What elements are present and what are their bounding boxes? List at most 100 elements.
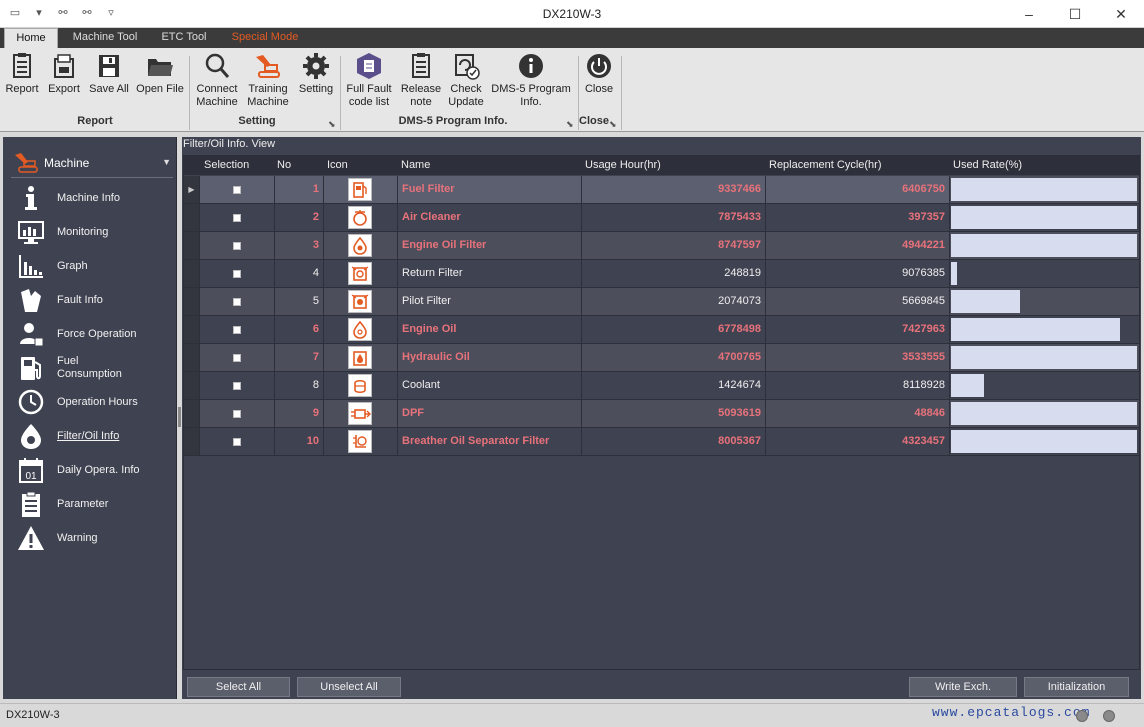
sidebar-item-operation-hours[interactable]: Operation Hours	[15, 386, 175, 418]
column-header-replacement-cycle[interactable]: Replacement Cycle(hr)	[769, 159, 881, 171]
close-window-icon[interactable]: ✕	[1098, 0, 1144, 28]
status-bar: DX210W-3 www.epcatalogs.com	[0, 703, 1144, 727]
close-launcher-icon[interactable]: ⬊	[609, 119, 617, 130]
row-checkbox[interactable]	[233, 186, 241, 194]
sidebar-item-fuel-consumption[interactable]: Fuel Consumption	[15, 352, 175, 384]
table-row[interactable]: 4 Return Filter 248819 9076385	[184, 260, 1139, 288]
row-no: 6	[275, 316, 324, 343]
training-machine-button[interactable]: Training Machine	[244, 51, 292, 109]
row-checkbox[interactable]	[233, 214, 241, 222]
save-all-button[interactable]: Save All	[88, 51, 130, 96]
close-button[interactable]: Close	[582, 51, 616, 96]
tab-etc-tool[interactable]: ETC Tool	[152, 28, 216, 48]
used-rate-bar	[951, 346, 1137, 369]
chevron-down-icon[interactable]: ▼	[162, 157, 171, 167]
sidebar-item-monitoring[interactable]: Monitoring	[15, 216, 175, 248]
engine-oil-filter-icon	[348, 234, 372, 257]
row-replacement-cycle: 397357	[766, 204, 950, 231]
sidebar-item-fault-info[interactable]: Fault Info	[15, 284, 175, 316]
ribbon-tab-bar: Home Machine Tool ETC Tool Special Mode	[0, 28, 1144, 48]
power-icon	[587, 54, 611, 78]
tab-special-mode[interactable]: Special Mode	[224, 28, 306, 48]
full-fault-code-list-button[interactable]: Full Fault code list	[344, 51, 394, 109]
table-row[interactable]: 2 Air Cleaner 7875433 397357	[184, 204, 1139, 232]
table-row[interactable]: ▶ 1 Fuel Filter 9337466 6406750	[184, 176, 1139, 204]
row-checkbox[interactable]	[233, 382, 241, 390]
row-name: Coolant	[398, 372, 582, 399]
minimize-icon[interactable]: –	[1006, 0, 1052, 28]
window-title: DX210W-3	[542, 7, 602, 21]
column-header-used-rate[interactable]: Used Rate(%)	[953, 159, 1022, 171]
maximize-icon[interactable]: ☐	[1052, 0, 1098, 28]
open-file-button[interactable]: Open File	[136, 51, 184, 96]
select-all-button[interactable]: Select All	[187, 677, 290, 697]
connect-machine-button[interactable]: Connect Machine	[194, 51, 240, 109]
fuel-icon	[21, 357, 41, 380]
row-replacement-cycle: 48846	[766, 400, 950, 427]
row-no: 3	[275, 232, 324, 259]
sidebar-item-daily-opera-info[interactable]: 01 Daily Opera. Info	[15, 454, 175, 486]
pilot-filter-icon	[348, 290, 372, 313]
group-label-close: Close	[579, 115, 609, 127]
column-header-selection[interactable]: Selection	[204, 159, 249, 171]
sidebar-item-warning[interactable]: Warning	[15, 522, 175, 554]
sidebar-item-force-operation[interactable]: Force Operation	[15, 318, 175, 350]
info-icon	[519, 54, 543, 78]
table-row[interactable]: 9 DPF 5093619 48846	[184, 400, 1139, 428]
sidebar-item-parameter[interactable]: Parameter	[15, 488, 175, 520]
row-checkbox[interactable]	[233, 410, 241, 418]
row-replacement-cycle: 3533555	[766, 344, 950, 371]
main-panel: Filter/Oil Info. View Selection No Icon …	[182, 137, 1141, 699]
row-name: DPF	[398, 400, 582, 427]
row-name: Fuel Filter	[398, 176, 582, 203]
row-no: 10	[275, 428, 324, 455]
column-header-no[interactable]: No	[277, 159, 291, 171]
report-button[interactable]: Report	[4, 51, 40, 96]
table-row[interactable]: 5 Pilot Filter 2074073 5669845	[184, 288, 1139, 316]
row-name: Pilot Filter	[398, 288, 582, 315]
initialization-button[interactable]: Initialization	[1024, 677, 1129, 697]
row-name: Return Filter	[398, 260, 582, 287]
folder-icon	[148, 59, 173, 76]
setting-button[interactable]: Setting	[296, 51, 336, 96]
splitter-handle[interactable]	[178, 407, 181, 427]
return-filter-icon	[348, 262, 372, 285]
row-checkbox[interactable]	[233, 326, 241, 334]
coolant-icon	[348, 374, 372, 397]
table-row[interactable]: 8 Coolant 1424674 8118928	[184, 372, 1139, 400]
column-header-usage-hour[interactable]: Usage Hour(hr)	[585, 159, 661, 171]
column-header-name[interactable]: Name	[401, 159, 430, 171]
table-row[interactable]: 10 Breather Oil Separator Filter 8005367…	[184, 428, 1139, 456]
row-usage-hour: 8005367	[582, 428, 766, 455]
row-checkbox[interactable]	[233, 298, 241, 306]
tab-machine-tool[interactable]: Machine Tool	[66, 28, 144, 48]
table-row[interactable]: 7 Hydraulic Oil 4700765 3533555	[184, 344, 1139, 372]
search-icon	[205, 53, 230, 78]
setting-launcher-icon[interactable]: ⬊	[328, 119, 336, 130]
column-header-icon[interactable]: Icon	[327, 159, 348, 171]
row-checkbox[interactable]	[233, 242, 241, 250]
row-usage-hour: 2074073	[582, 288, 766, 315]
tab-home[interactable]: Home	[4, 28, 58, 48]
export-button[interactable]: Export	[46, 51, 82, 96]
sidebar-item-filter-oil-info[interactable]: Filter/Oil Info	[15, 420, 175, 452]
table-row[interactable]: 6 Engine Oil 6778498 7427963	[184, 316, 1139, 344]
title-bar: ▭ ▾ ⚯ ⚯ ▿ DX210W-3 – ☐ ✕	[0, 0, 1144, 28]
row-usage-hour: 1424674	[582, 372, 766, 399]
fuel-filter-icon	[348, 178, 372, 201]
sidebar-header[interactable]: Machine ▼	[13, 151, 173, 173]
air-cleaner-icon	[348, 206, 372, 229]
table-row[interactable]: 3 Engine Oil Filter 8747597 4944221	[184, 232, 1139, 260]
dms-launcher-icon[interactable]: ⬊	[566, 119, 574, 130]
write-exch-button[interactable]: Write Exch.	[909, 677, 1017, 697]
unselect-all-button[interactable]: Unselect All	[297, 677, 401, 697]
sidebar-item-graph[interactable]: Graph	[15, 250, 175, 282]
dms-program-info-button[interactable]: DMS-5 Program Info.	[490, 51, 572, 109]
row-checkbox[interactable]	[233, 354, 241, 362]
sidebar-item-machine-info[interactable]: Machine Info	[15, 182, 175, 214]
release-note-button[interactable]: Release note	[400, 51, 442, 109]
row-checkbox[interactable]	[233, 270, 241, 278]
check-update-button[interactable]: Check Update	[446, 51, 486, 109]
row-usage-hour: 5093619	[582, 400, 766, 427]
row-checkbox[interactable]	[233, 438, 241, 446]
